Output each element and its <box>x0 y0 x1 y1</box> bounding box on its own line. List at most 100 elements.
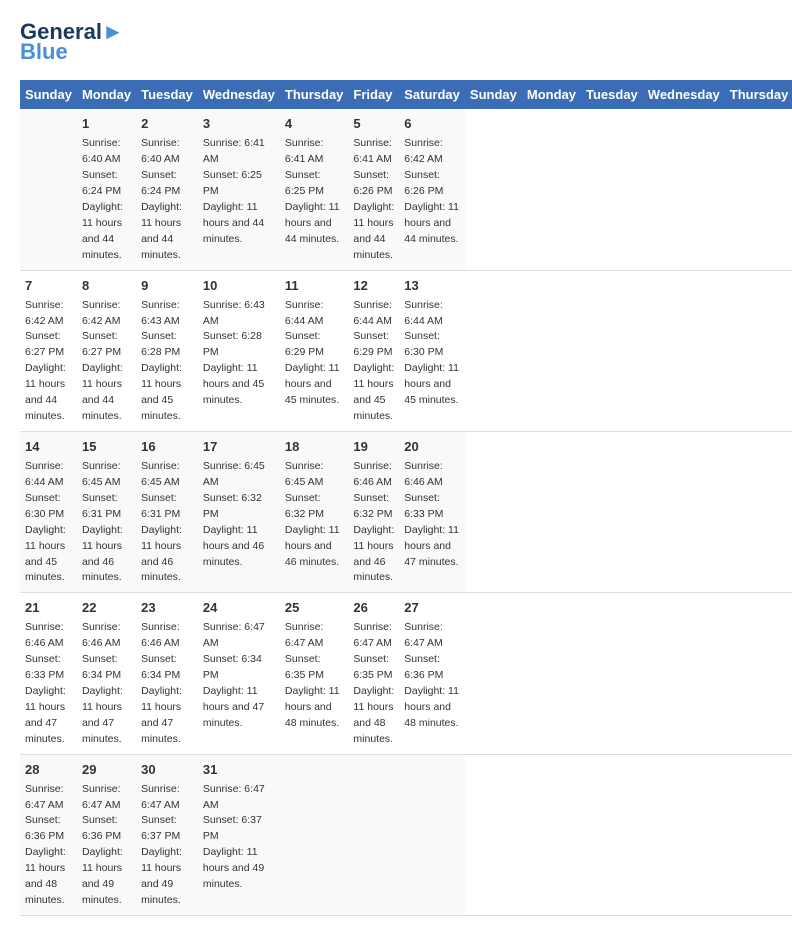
day-info: Sunrise: 6:47 AMSunset: 6:36 PMDaylight:… <box>82 783 123 907</box>
page-header: General► Blue <box>20 20 772 64</box>
day-number: 7 <box>25 277 72 296</box>
day-info: Sunrise: 6:41 AMSunset: 6:25 PMDaylight:… <box>285 137 340 245</box>
calendar-day-cell: 14 Sunrise: 6:44 AMSunset: 6:30 PMDayligh… <box>20 432 77 593</box>
day-info: Sunrise: 6:45 AMSunset: 6:31 PMDaylight:… <box>82 460 123 584</box>
day-number: 14 <box>25 438 72 457</box>
calendar-day-header: Sunday <box>20 80 77 109</box>
day-info: Sunrise: 6:40 AMSunset: 6:24 PMDaylight:… <box>141 137 182 261</box>
day-number: 8 <box>82 277 131 296</box>
day-number: 28 <box>25 761 72 780</box>
day-number: 6 <box>404 115 460 134</box>
calendar-day-cell: 25Sunrise: 6:47 AMSunset: 6:35 PMDayligh… <box>280 593 349 754</box>
calendar-day-header: Wednesday <box>643 80 725 109</box>
day-info: Sunrise: 6:43 AMSunset: 6:28 PMDaylight:… <box>203 299 265 407</box>
day-info: Sunrise: 6:45 AMSunset: 6:31 PMDaylight:… <box>141 460 182 584</box>
day-info: Sunrise: 6:42 AMSunset: 6:27 PMDaylight:… <box>25 299 66 423</box>
calendar-day-cell: 9Sunrise: 6:43 AMSunset: 6:28 PMDaylight… <box>136 270 198 431</box>
calendar-day-cell: 27 Sunrise: 6:47 AMSunset: 6:36 PMDayligh… <box>399 593 465 754</box>
logo: General► Blue <box>20 20 124 64</box>
day-number: 25 <box>285 599 344 618</box>
calendar-day-cell: 30Sunrise: 6:47 AMSunset: 6:37 PMDayligh… <box>136 754 198 915</box>
calendar-day-cell: 6 Sunrise: 6:42 AMSunset: 6:26 PMDaylight… <box>399 109 465 270</box>
calendar-day-cell <box>399 754 465 915</box>
day-number: 11 <box>285 277 344 296</box>
day-number: 5 <box>353 115 394 134</box>
day-number: 19 <box>353 438 394 457</box>
day-info: Sunrise: 6:46 AMSunset: 6:34 PMDaylight:… <box>82 621 123 745</box>
calendar-week-row: 28 Sunrise: 6:47 AMSunset: 6:36 PMDayligh… <box>20 754 792 915</box>
calendar-day-header: Monday <box>522 80 581 109</box>
calendar-header-row: SundayMondayTuesdayWednesdayThursdayFrid… <box>20 80 792 109</box>
calendar-day-cell: 15 Sunrise: 6:45 AMSunset: 6:31 PMDayligh… <box>77 432 136 593</box>
day-number: 22 <box>82 599 131 618</box>
day-info: Sunrise: 6:42 AMSunset: 6:26 PMDaylight:… <box>404 137 459 245</box>
day-info: Sunrise: 6:44 AMSunset: 6:30 PMDaylight:… <box>404 299 459 407</box>
calendar-day-cell: 21Sunrise: 6:46 AMSunset: 6:33 PMDayligh… <box>20 593 77 754</box>
calendar-day-cell: 8 Sunrise: 6:42 AMSunset: 6:27 PMDaylight… <box>77 270 136 431</box>
day-info: Sunrise: 6:43 AMSunset: 6:28 PMDaylight:… <box>141 299 182 423</box>
day-number: 20 <box>404 438 460 457</box>
day-number: 13 <box>404 277 460 296</box>
day-number: 16 <box>141 438 193 457</box>
day-info: Sunrise: 6:47 AMSunset: 6:37 PMDaylight:… <box>203 783 265 891</box>
calendar-day-cell: 2 Sunrise: 6:40 AMSunset: 6:24 PMDaylight… <box>136 109 198 270</box>
day-number: 23 <box>141 599 193 618</box>
day-number: 24 <box>203 599 275 618</box>
calendar-day-cell: 22 Sunrise: 6:46 AMSunset: 6:34 PMDayligh… <box>77 593 136 754</box>
calendar-day-header: Tuesday <box>136 80 198 109</box>
calendar-day-cell: 19 Sunrise: 6:46 AMSunset: 6:32 PMDayligh… <box>348 432 399 593</box>
calendar-day-cell <box>20 109 77 270</box>
calendar-day-cell: 26Sunrise: 6:47 AMSunset: 6:35 PMDayligh… <box>348 593 399 754</box>
day-number: 15 <box>82 438 131 457</box>
calendar-day-cell: 5Sunrise: 6:41 AMSunset: 6:26 PMDaylight… <box>348 109 399 270</box>
day-info: Sunrise: 6:44 AMSunset: 6:29 PMDaylight:… <box>285 299 340 407</box>
day-info: Sunrise: 6:44 AMSunset: 6:29 PMDaylight:… <box>353 299 394 423</box>
day-info: Sunrise: 6:47 AMSunset: 6:37 PMDaylight:… <box>141 783 182 907</box>
calendar-week-row: 14 Sunrise: 6:44 AMSunset: 6:30 PMDayligh… <box>20 432 792 593</box>
calendar-day-cell: 11 Sunrise: 6:44 AMSunset: 6:29 PMDayligh… <box>280 270 349 431</box>
calendar-day-cell: 4 Sunrise: 6:41 AMSunset: 6:25 PMDaylight… <box>280 109 349 270</box>
day-number: 17 <box>203 438 275 457</box>
day-number: 27 <box>404 599 460 618</box>
day-number: 18 <box>285 438 344 457</box>
day-info: Sunrise: 6:40 AMSunset: 6:24 PMDaylight:… <box>82 137 123 261</box>
day-info: Sunrise: 6:46 AMSunset: 6:34 PMDaylight:… <box>141 621 182 745</box>
calendar-day-header: Wednesday <box>198 80 280 109</box>
calendar-day-cell: 23 Sunrise: 6:46 AMSunset: 6:34 PMDayligh… <box>136 593 198 754</box>
calendar-day-cell: 24 Sunrise: 6:47 AMSunset: 6:34 PMDayligh… <box>198 593 280 754</box>
day-info: Sunrise: 6:45 AMSunset: 6:32 PMDaylight:… <box>203 460 265 568</box>
calendar-day-cell: 28 Sunrise: 6:47 AMSunset: 6:36 PMDayligh… <box>20 754 77 915</box>
calendar-day-cell: 3 Sunrise: 6:41 AMSunset: 6:25 PMDaylight… <box>198 109 280 270</box>
day-info: Sunrise: 6:46 AMSunset: 6:33 PMDaylight:… <box>25 621 66 745</box>
day-number: 4 <box>285 115 344 134</box>
calendar-day-cell: 10 Sunrise: 6:43 AMSunset: 6:28 PMDayligh… <box>198 270 280 431</box>
day-info: Sunrise: 6:42 AMSunset: 6:27 PMDaylight:… <box>82 299 123 423</box>
calendar-day-cell: 29Sunrise: 6:47 AMSunset: 6:36 PMDayligh… <box>77 754 136 915</box>
day-info: Sunrise: 6:46 AMSunset: 6:32 PMDaylight:… <box>353 460 394 584</box>
calendar-week-row: 7 Sunrise: 6:42 AMSunset: 6:27 PMDaylight… <box>20 270 792 431</box>
calendar-day-header: Saturday <box>399 80 465 109</box>
calendar-day-header: Sunday <box>465 80 522 109</box>
calendar-day-cell: 18Sunrise: 6:45 AMSunset: 6:32 PMDayligh… <box>280 432 349 593</box>
day-info: Sunrise: 6:47 AMSunset: 6:36 PMDaylight:… <box>404 621 459 729</box>
day-info: Sunrise: 6:44 AMSunset: 6:30 PMDaylight:… <box>25 460 66 584</box>
day-info: Sunrise: 6:47 AMSunset: 6:34 PMDaylight:… <box>203 621 265 729</box>
day-number: 26 <box>353 599 394 618</box>
day-number: 3 <box>203 115 275 134</box>
calendar-day-cell <box>280 754 349 915</box>
day-number: 31 <box>203 761 275 780</box>
calendar-day-cell: 7 Sunrise: 6:42 AMSunset: 6:27 PMDaylight… <box>20 270 77 431</box>
day-number: 1 <box>82 115 131 134</box>
calendar-day-cell: 31 Sunrise: 6:47 AMSunset: 6:37 PMDayligh… <box>198 754 280 915</box>
calendar-table: SundayMondayTuesdayWednesdayThursdayFrid… <box>20 80 792 916</box>
day-info: Sunrise: 6:41 AMSunset: 6:25 PMDaylight:… <box>203 137 265 245</box>
day-number: 2 <box>141 115 193 134</box>
calendar-day-header: Thursday <box>725 80 792 109</box>
day-info: Sunrise: 6:47 AMSunset: 6:36 PMDaylight:… <box>25 783 66 907</box>
calendar-day-cell: 16 Sunrise: 6:45 AMSunset: 6:31 PMDayligh… <box>136 432 198 593</box>
day-number: 12 <box>353 277 394 296</box>
calendar-day-cell: 17 Sunrise: 6:45 AMSunset: 6:32 PMDayligh… <box>198 432 280 593</box>
day-number: 10 <box>203 277 275 296</box>
calendar-day-header: Friday <box>348 80 399 109</box>
calendar-week-row: 21Sunrise: 6:46 AMSunset: 6:33 PMDayligh… <box>20 593 792 754</box>
